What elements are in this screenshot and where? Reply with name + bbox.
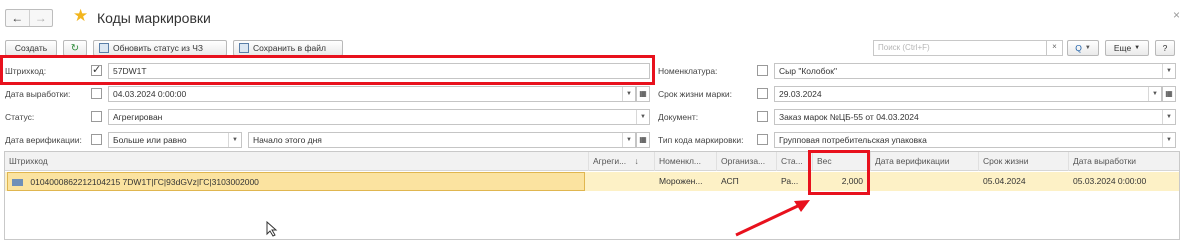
verify-condition-select[interactable]: Больше или равно ▼ <box>108 132 242 148</box>
calendar-icon: ▦ <box>1165 89 1173 98</box>
prod-date-value: 04.03.2024 0:00:00 <box>113 89 187 99</box>
dropdown-icon[interactable]: ▼ <box>228 133 241 147</box>
sort-arrow-icon: ↓ <box>634 156 639 166</box>
prod-date-field[interactable]: 04.03.2024 0:00:00 ▼ <box>108 86 636 102</box>
document-checkbox[interactable] <box>757 111 768 122</box>
verify-date-value: Начало этого дня <box>253 135 322 145</box>
annotation-arrow-icon <box>735 200 810 237</box>
shelf-life-value: 29.03.2024 <box>779 89 822 99</box>
weight-highlight-box <box>808 150 870 195</box>
help-button[interactable]: ? <box>1155 40 1175 56</box>
code-type-checkbox[interactable] <box>757 134 768 145</box>
dropdown-icon[interactable]: ▼ <box>1162 64 1175 78</box>
calendar-button[interactable]: ▦ <box>636 132 650 148</box>
dropdown-icon[interactable]: ▼ <box>636 110 649 124</box>
calendar-button[interactable]: ▦ <box>1162 86 1176 102</box>
cell-shelf-life: 05.04.2024 <box>983 176 1026 186</box>
dropdown-icon[interactable]: ▼ <box>622 87 635 101</box>
nomenclature-field[interactable]: Сыр "Колобок" ▼ <box>774 63 1176 79</box>
more-label: Еще <box>1113 43 1132 53</box>
page-title: Коды маркировки <box>97 10 211 26</box>
table-header: Штрихкод Агреги... ↓ Номенкл... Организа… <box>5 152 1179 171</box>
more-button[interactable]: Еще ▼ <box>1105 40 1149 56</box>
close-icon[interactable]: × <box>1173 8 1180 22</box>
calendar-icon: ▦ <box>639 89 647 98</box>
dropdown-icon[interactable]: ▼ <box>1162 110 1175 124</box>
search-clear-icon[interactable]: × <box>1046 40 1062 56</box>
update-status-label: Обновить статус из ЧЗ <box>113 43 203 53</box>
create-button[interactable]: Создать <box>5 40 57 56</box>
barcode-highlight-box <box>0 55 655 85</box>
dropdown-icon[interactable]: ▼ <box>1148 87 1161 101</box>
dropdown-icon[interactable]: ▼ <box>1162 133 1175 147</box>
status-field[interactable]: Агрегирован ▼ <box>108 109 650 125</box>
status-label: Статус: <box>5 112 35 122</box>
cell-nomenclature: Морожен... <box>659 176 703 186</box>
nomenclature-label: Номенклатура: <box>658 66 718 76</box>
favorite-star-icon[interactable]: ★ <box>73 6 88 26</box>
search-icon: Q <box>1075 43 1082 53</box>
document-field[interactable]: Заказ марок №ЦБ-55 от 04.03.2024 ▼ <box>774 109 1176 125</box>
verify-date-checkbox[interactable] <box>91 134 102 145</box>
prod-date-checkbox[interactable] <box>91 88 102 99</box>
save-icon <box>239 43 249 53</box>
column-header-shelf-life[interactable]: Срок жизни <box>979 152 1069 171</box>
marking-codes-table: Штрихкод Агреги... ↓ Номенкл... Организа… <box>4 151 1180 240</box>
shelf-life-field[interactable]: 29.03.2024 ▼ <box>774 86 1162 102</box>
chevron-down-icon: ▼ <box>1084 45 1091 51</box>
column-header-verify-date[interactable]: Дата верификации <box>871 152 979 171</box>
nomenclature-checkbox[interactable] <box>757 65 768 76</box>
barcode-icon <box>12 179 23 187</box>
refresh-button[interactable]: ↻ <box>63 40 87 56</box>
save-file-label: Сохранить в файл <box>253 43 326 53</box>
status-checkbox[interactable] <box>91 111 102 122</box>
verify-date-label: Дата верификации: <box>5 135 82 145</box>
column-header-prod-date[interactable]: Дата выработки <box>1069 152 1179 171</box>
document-value: Заказ марок №ЦБ-55 от 04.03.2024 <box>779 112 919 122</box>
verify-date-field[interactable]: Начало этого дня ▼ <box>248 132 636 148</box>
cell-verify-date <box>871 172 979 191</box>
refresh-icon: ↻ <box>70 42 80 54</box>
code-type-label: Тип кода маркировки: <box>658 135 744 145</box>
search-button[interactable]: Q ▼ <box>1067 40 1099 56</box>
search-input[interactable]: Поиск (Ctrl+F) × <box>873 40 1063 56</box>
status-value: Агрегирован <box>113 112 163 122</box>
search-placeholder: Поиск (Ctrl+F) <box>878 43 930 52</box>
nav-buttons: ← → <box>5 9 53 27</box>
shelf-life-checkbox[interactable] <box>757 88 768 99</box>
table-row[interactable]: 0104000862212104215 7DW1T|ГС|93dGVz|ГС|3… <box>5 172 1179 191</box>
cell-barcode-value: 0104000862212104215 7DW1T|ГС|93dGVz|ГС|3… <box>30 177 259 187</box>
column-header-aggregate[interactable]: Агреги... ↓ <box>589 152 655 171</box>
document-label: Документ: <box>658 112 699 122</box>
code-type-field[interactable]: Групповая потребительская упаковка ▼ <box>774 132 1176 148</box>
column-header-organization[interactable]: Организа... <box>717 152 777 171</box>
code-type-value: Групповая потребительская упаковка <box>779 135 927 145</box>
verify-condition-value: Больше или равно <box>113 135 187 145</box>
back-button[interactable]: ← <box>6 10 29 26</box>
shelf-life-label: Срок жизни марки: <box>658 89 732 99</box>
column-header-nomenclature[interactable]: Номенкл... <box>655 152 717 171</box>
column-header-barcode[interactable]: Штрихкод <box>5 152 589 171</box>
update-status-button[interactable]: Обновить статус из ЧЗ <box>93 40 227 56</box>
nomenclature-value: Сыр "Колобок" <box>779 66 837 76</box>
dropdown-icon[interactable]: ▼ <box>622 133 635 147</box>
chevron-down-icon: ▼ <box>1134 45 1141 51</box>
column-header-aggregate-label: Агреги... <box>593 156 627 166</box>
cell-prod-date: 05.03.2024 0:00:00 <box>1073 176 1147 186</box>
calendar-button[interactable]: ▦ <box>636 86 650 102</box>
prod-date-label: Дата выработки: <box>5 89 71 99</box>
calendar-icon: ▦ <box>639 135 647 144</box>
cell-barcode[interactable]: 0104000862212104215 7DW1T|ГС|93dGVz|ГС|3… <box>7 172 585 191</box>
update-status-icon <box>99 43 109 53</box>
save-file-button[interactable]: Сохранить в файл <box>233 40 343 56</box>
cell-aggregate <box>589 172 655 191</box>
mouse-cursor-icon <box>266 221 278 237</box>
cell-organization: АСП <box>721 176 739 186</box>
forward-button[interactable]: → <box>28 10 53 26</box>
